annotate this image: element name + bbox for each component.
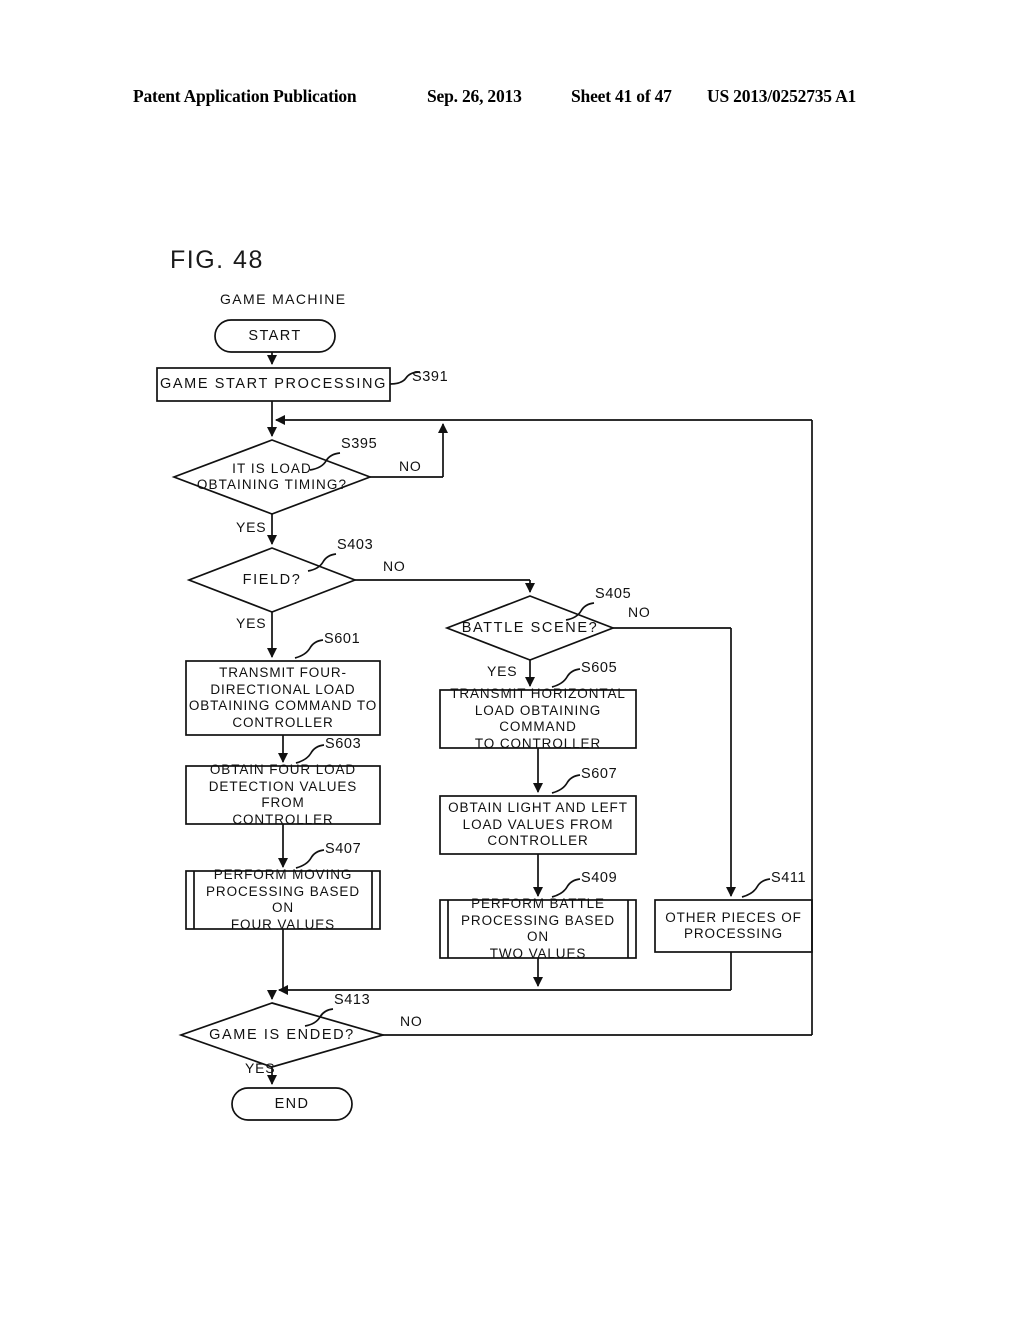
step-label-s391: S391 [412, 369, 449, 385]
node-s391-shape [156, 367, 391, 402]
node-s607-shape [439, 795, 637, 855]
leader-s403 [307, 553, 337, 572]
step-label-s407: S407 [325, 841, 362, 857]
leader-s407 [295, 849, 325, 869]
branch-label-s405-yes: YES [487, 663, 518, 679]
step-label-s413: S413 [334, 992, 371, 1008]
branch-label-s403-no: NO [383, 558, 406, 574]
leader-s411 [741, 878, 771, 898]
step-label-s395: S395 [341, 436, 378, 452]
patent-page: Patent Application Publication Sep. 26, … [0, 0, 1024, 1320]
branch-label-s413-no: NO [400, 1013, 423, 1029]
leader-s413 [304, 1008, 334, 1027]
swimlane-caption-game-machine: GAME MACHINE [220, 291, 347, 307]
node-s413-shape [178, 1002, 387, 1068]
node-s411-shape [654, 899, 813, 953]
step-label-s601: S601 [324, 631, 361, 647]
step-label-s403: S403 [337, 537, 374, 553]
flowchart-geometry [156, 319, 813, 1121]
branch-label-s395-yes: YES [236, 519, 267, 535]
branch-label-s403-yes: YES [236, 615, 267, 631]
node-s403-shape [186, 547, 358, 613]
flowchart-fig-48: GAME MACHINE START GAME START PROCESSING… [0, 0, 1024, 1320]
leader-s603 [295, 744, 325, 764]
step-label-s405: S405 [595, 586, 632, 602]
leader-s601 [294, 639, 324, 659]
branch-label-s405-no: NO [628, 604, 651, 620]
leader-s605 [551, 668, 581, 688]
branch-label-s395-no: NO [399, 458, 422, 474]
leader-s409 [551, 878, 581, 898]
step-label-s411: S411 [771, 870, 807, 886]
step-label-s603: S603 [325, 736, 362, 752]
leader-s607 [551, 774, 581, 794]
node-s605-shape [439, 689, 637, 749]
node-s601-shape [185, 660, 381, 736]
node-end-shape [231, 1087, 353, 1121]
step-label-s409: S409 [581, 870, 618, 886]
branch-label-s413-yes: YES [245, 1060, 276, 1076]
step-label-s605: S605 [581, 660, 618, 676]
node-s405-shape [444, 595, 616, 661]
node-s409-shape [439, 899, 637, 959]
node-start-shape [214, 319, 336, 353]
node-s407-shape [185, 870, 381, 930]
step-label-s607: S607 [581, 766, 618, 782]
node-s603-shape [185, 765, 381, 825]
